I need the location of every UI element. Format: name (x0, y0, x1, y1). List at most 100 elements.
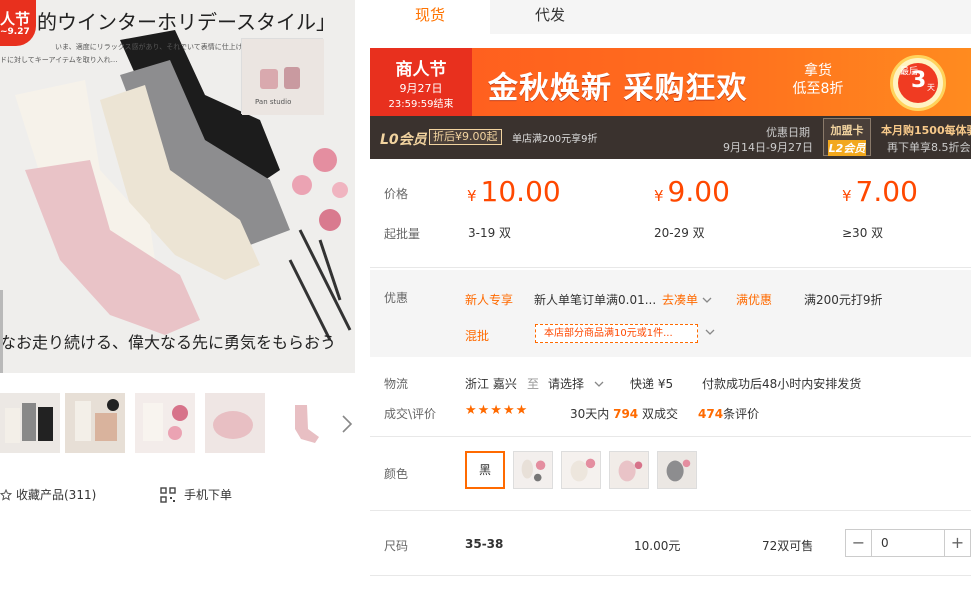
event-box: 商人节 9月27日 23:59:59结束 (370, 48, 472, 116)
promo-corner-date: ~9.27 (0, 27, 30, 37)
shipping-promise: 付款成功后48小时内安排发货 (702, 377, 862, 391)
review-count-suffix: 条评价 (723, 407, 760, 421)
thumbnail-item[interactable] (205, 393, 265, 453)
thumbnail-item[interactable] (0, 393, 60, 453)
add-on-order-label: 去凑单 (662, 293, 699, 307)
price-tier-1: ¥10.00 (467, 175, 561, 208)
color-swatch[interactable] (609, 451, 649, 489)
promo-corner-title: 人节 (0, 10, 31, 28)
color-swatch[interactable] (561, 451, 601, 489)
member-upsell-title: 本月购1500每体验 (881, 124, 971, 137)
divider (370, 510, 971, 511)
event-name: 商人节 (395, 60, 447, 80)
member-bar: L0会员 折后¥9.00起 单店满200元享9折 优惠日期 9月14日-9月27… (370, 116, 971, 159)
promo-banner[interactable]: 商人节 9月27日 23:59:59结束 金秋焕新 采购狂欢 拿货 低至8折 最… (370, 48, 971, 159)
tab-in-stock[interactable]: 现货 (370, 0, 490, 34)
quantity-input[interactable] (873, 530, 943, 556)
chevron-down-icon (705, 329, 715, 335)
promo-corner-badge: 人节 ~9.27 (0, 0, 36, 46)
thumbnail-strip (0, 393, 355, 455)
countdown-unit: 天 (927, 83, 935, 92)
reviews-label: 成交\评价 (384, 407, 437, 421)
mixed-wholesale-rule: 本店部分商品满10元或1件... (535, 324, 698, 343)
promo-slogan: 金秋焕新 采购狂欢 (488, 71, 748, 106)
ship-to-separator: 至 (527, 377, 540, 391)
membership-card-level: L2会员 (828, 140, 866, 156)
quantity-decrease-button[interactable]: − (846, 530, 872, 556)
price-label: 价格 (384, 187, 409, 201)
size-price: 10.00元 (634, 539, 681, 553)
promo-deal: 拿货 低至8折 (778, 62, 858, 98)
member-upsell-text: 再下单享8.5折会员 (887, 141, 971, 154)
membership-card-title: 加盟卡 (830, 124, 864, 137)
size-stock: 72双可售 (762, 539, 814, 553)
member-discount-tag: 折后¥9.00起 (429, 129, 502, 145)
qty-range-tier-2: 20-29 双 (654, 226, 705, 240)
offer-date-label: 优惠日期 (766, 126, 810, 139)
divider (370, 436, 971, 437)
currency-symbol: ¥ (467, 187, 477, 205)
countdown-days: 3 (911, 68, 927, 93)
size-value: 35-38 (465, 537, 504, 551)
add-on-order-link[interactable]: 去凑单 (662, 291, 712, 308)
sales-count: 794 (613, 407, 639, 421)
star-outline-icon (0, 488, 12, 501)
tab-dropship[interactable]: 代发 (490, 0, 610, 34)
new-customer-offer: 新人单笔订单满0.01... (534, 293, 657, 307)
full-discount-offer: 满200元打9折 (804, 293, 883, 307)
color-label: 颜色 (384, 467, 409, 481)
discount-label: 优惠 (384, 291, 409, 305)
ship-from-location: 浙江 嘉兴 (465, 377, 517, 391)
thumbnail-item[interactable] (275, 393, 335, 453)
member-shop-offer: 单店满200元享9折 (512, 134, 598, 145)
countdown-badge: 最后 3 天 (890, 55, 946, 111)
mixed-wholesale-expand[interactable] (704, 326, 716, 338)
price-tier-value: 9.00 (667, 175, 730, 208)
image-headline: 的ウインターホリデースタイル」 (37, 10, 336, 34)
new-customer-tag: 新人专享 (465, 293, 514, 307)
main-product-image: 人节 ~9.27 的ウインターホリデースタイル」 いま、適度にリラックス感があり… (0, 0, 355, 373)
review-count-link[interactable]: 474条评价 (698, 405, 759, 422)
destination-select[interactable]: 请选择 (548, 375, 604, 392)
sales-30-days: 30天内 794 双成交 (570, 405, 678, 422)
membership-card-badge: 加盟卡 L2会员 (823, 118, 871, 156)
price-tier-3: ¥7.00 (842, 175, 918, 208)
image-scroll-indicator (0, 290, 3, 373)
currency-symbol: ¥ (842, 187, 852, 205)
promo-banner-top: 商人节 9月27日 23:59:59结束 金秋焕新 采购狂欢 拿货 低至8折 最… (370, 48, 971, 116)
price-tier-value: 10.00 (480, 175, 561, 208)
mobile-order-label: 手机下单 (184, 488, 233, 502)
thumbnail-next-arrow[interactable] (339, 413, 355, 435)
sales-prefix: 30天内 (570, 407, 610, 421)
qty-range-tier-1: 3-19 双 (468, 226, 512, 240)
review-count: 474 (698, 407, 724, 421)
logistics-label: 物流 (384, 377, 409, 391)
color-swatch[interactable] (657, 451, 697, 489)
mixed-wholesale-tag: 混批 (465, 329, 490, 343)
thumbnail-item[interactable] (135, 393, 195, 453)
mobile-order-button[interactable]: 手机下单 (160, 486, 232, 503)
sales-suffix: 双成交 (642, 407, 679, 421)
favorite-product-button[interactable]: 收藏产品(311) (0, 486, 96, 503)
thumbnail-item[interactable] (65, 393, 125, 453)
color-swatch[interactable] (513, 451, 553, 489)
event-date: 9月27日 (399, 82, 443, 95)
qty-range-tier-3: ≥30 双 (842, 226, 884, 240)
member-level-logo: L0会员 (380, 132, 427, 148)
chevron-down-icon (594, 381, 604, 387)
promo-deal-line2: 低至8折 (792, 81, 844, 97)
event-end-time: 23:59:59结束 (388, 99, 454, 110)
quantity-stepper: − + (845, 529, 971, 557)
color-swatch-black[interactable]: 黑 (465, 451, 505, 489)
image-card-label: Pan studio (255, 98, 292, 106)
offer-date: 9月14日-9月27日 (723, 141, 813, 154)
quantity-increase-button[interactable]: + (944, 530, 970, 556)
chevron-right-icon (342, 415, 353, 433)
divider (370, 575, 971, 576)
qr-code-icon (160, 486, 176, 503)
favorite-label: 收藏产品(311) (16, 488, 97, 502)
price-tier-box: 价格 起批量 ¥10.00 3-19 双 ¥9.00 20-29 双 ¥7.00… (370, 159, 971, 268)
price-tier-value: 7.00 (855, 175, 918, 208)
image-subtext-2: ドに対してキーアイテムを取り入れ... (0, 56, 118, 64)
size-label: 尺码 (384, 539, 409, 553)
